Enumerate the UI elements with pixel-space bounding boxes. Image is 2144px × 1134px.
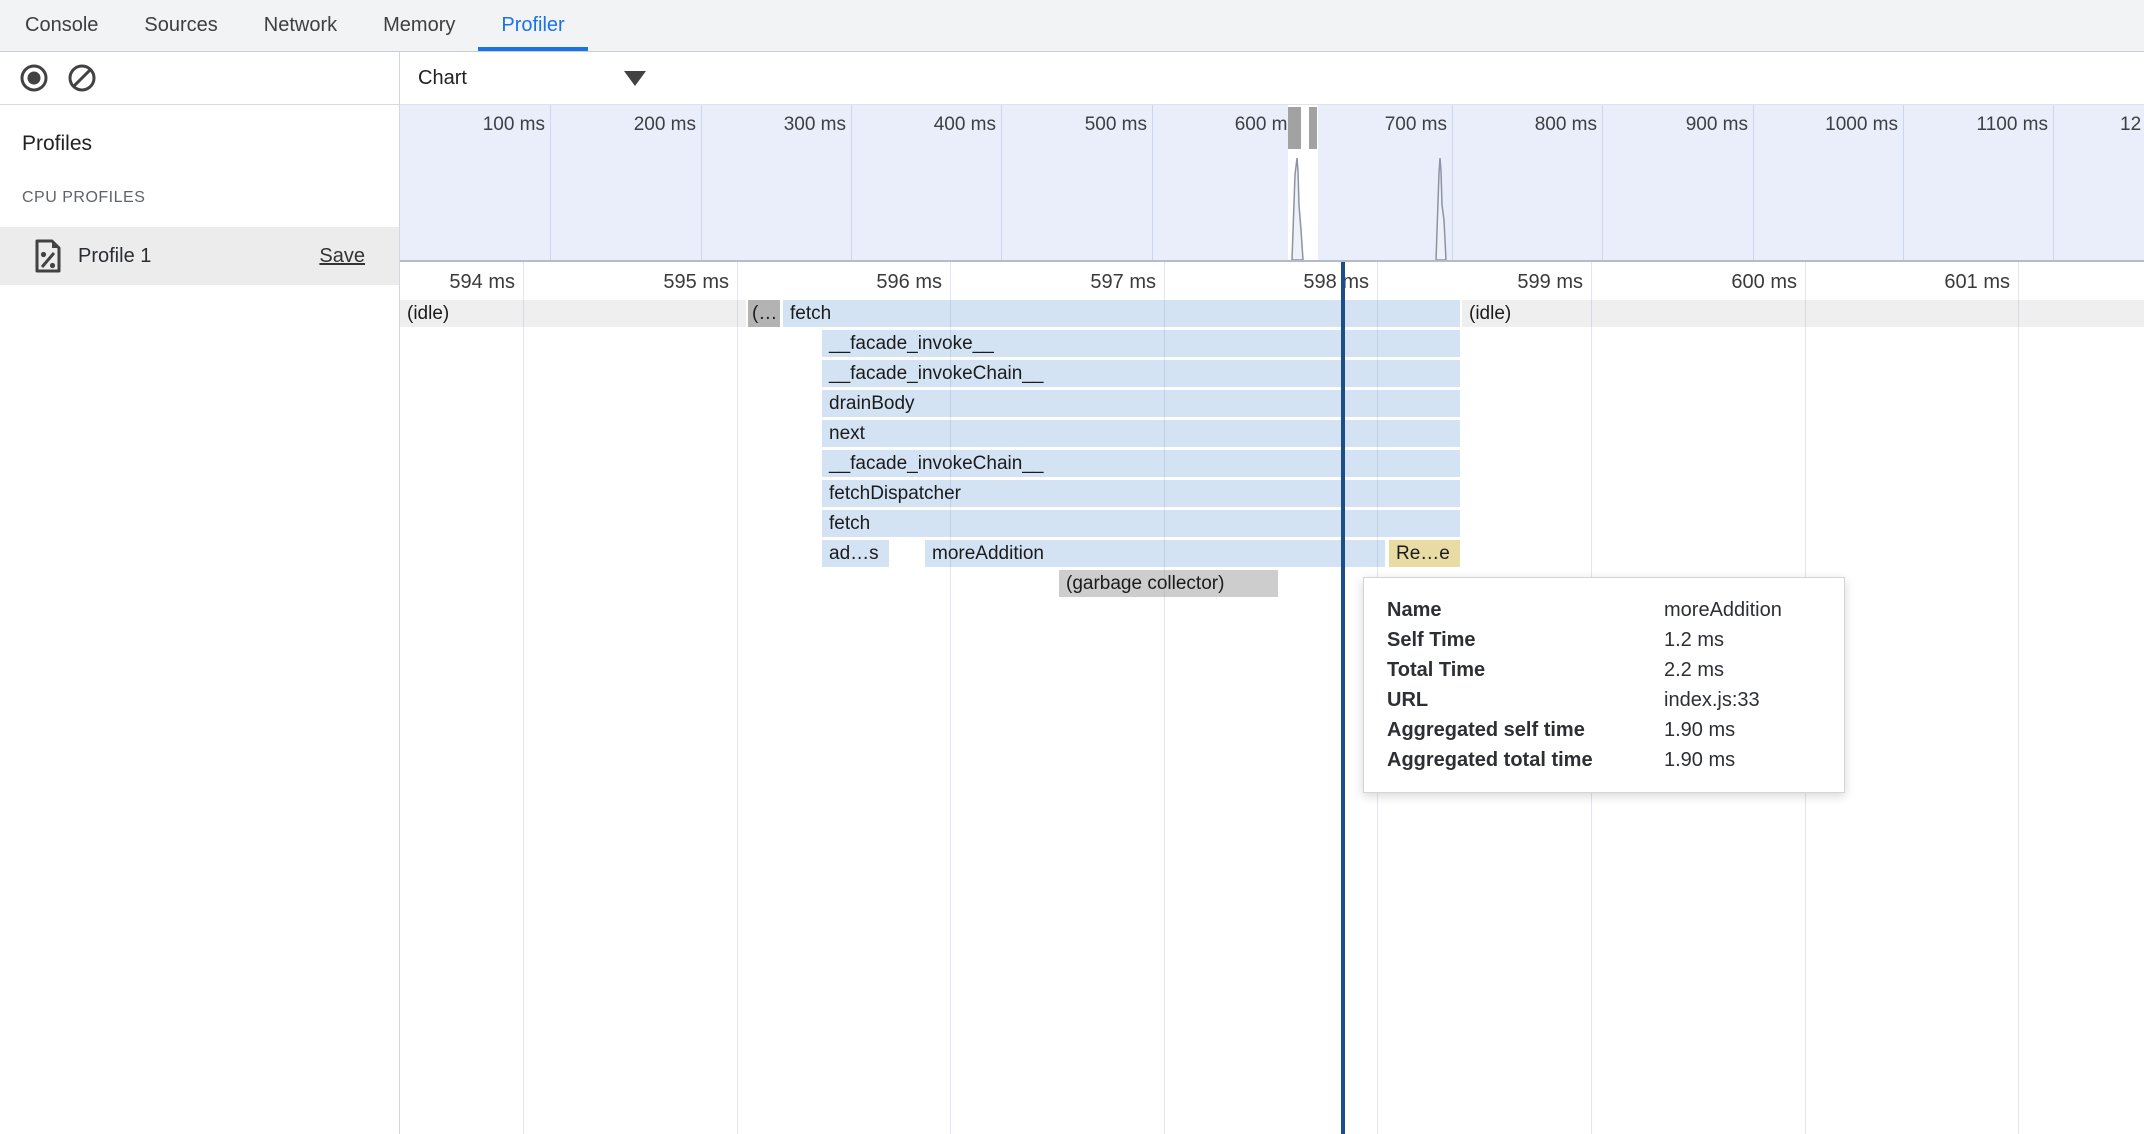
timeline-tick-label: 596 ms: [876, 271, 950, 294]
flame-bar[interactable]: (idle): [1462, 300, 2144, 327]
selection-handle[interactable]: [1309, 107, 1317, 149]
timeline-tick-label: 601 ms: [1944, 271, 2018, 294]
timeline-tick-label: 594 ms: [449, 271, 523, 294]
cpu-activity-spikes: [400, 105, 2144, 260]
view-mode-label: Chart: [418, 67, 467, 90]
tooltip-row: Aggregated total time1.90 ms: [1387, 745, 1834, 775]
timeline-tick-label: 599 ms: [1517, 271, 1591, 294]
tooltip-value: 2.2 ms: [1664, 655, 1834, 685]
flame-chart: 594 ms595 ms596 ms597 ms598 ms599 ms600 …: [400, 262, 2144, 1134]
profile-name: Profile 1: [78, 245, 319, 268]
tab-sources[interactable]: Sources: [121, 0, 240, 51]
tab-network[interactable]: Network: [241, 0, 360, 51]
tooltip-label: URL: [1387, 685, 1664, 715]
tooltip-row: NamemoreAddition: [1387, 595, 1834, 625]
profile-document-icon: [34, 239, 62, 273]
cpu-profiles-section-label: CPU PROFILES: [22, 189, 399, 207]
profiler-toolbar: [0, 52, 399, 105]
timeline-gridline: [2018, 262, 2019, 1134]
timeline-gridline: [1164, 262, 1165, 1134]
tooltip-value: moreAddition: [1664, 595, 1834, 625]
flame-bar[interactable]: fetch: [822, 510, 1460, 537]
clear-button[interactable]: [66, 62, 98, 94]
flame-bar[interactable]: (idle): [400, 300, 746, 327]
timeline-tick-label: 595 ms: [663, 271, 737, 294]
timeline-gridline: [737, 262, 738, 1134]
flame-bar[interactable]: __facade_invokeChain__: [822, 360, 1460, 387]
sidebar: Profiles CPU PROFILES Profile 1 Save: [0, 52, 400, 1134]
tooltip-row: URLindex.js:33: [1387, 685, 1834, 715]
flame-bar[interactable]: __facade_invokeChain__: [822, 450, 1460, 477]
save-profile-link[interactable]: Save: [319, 245, 365, 268]
timeline-tick-label: 597 ms: [1090, 271, 1164, 294]
record-icon: [19, 63, 49, 93]
flame-bar[interactable]: Re…e: [1389, 540, 1460, 567]
chevron-down-icon: [624, 71, 646, 86]
tooltip-value: 1.2 ms: [1664, 625, 1834, 655]
flame-bar[interactable]: moreAddition: [925, 540, 1385, 567]
tooltip-label: Name: [1387, 595, 1664, 625]
tooltip-label: Aggregated total time: [1387, 745, 1664, 775]
tab-profiler[interactable]: Profiler: [478, 0, 587, 51]
timeline-tick-label: 600 ms: [1731, 271, 1805, 294]
tooltip-value: 1.90 ms: [1664, 715, 1834, 745]
tooltip-row: Total Time2.2 ms: [1387, 655, 1834, 685]
selection-handle[interactable]: [1288, 107, 1301, 149]
flame-bar[interactable]: fetchDispatcher: [822, 480, 1460, 507]
record-button[interactable]: [18, 62, 50, 94]
frame-details-tooltip: NamemoreAdditionSelf Time1.2 msTotal Tim…: [1363, 577, 1845, 793]
flame-bar[interactable]: ad…s: [822, 540, 889, 567]
tooltip-label: Self Time: [1387, 625, 1664, 655]
profiler-main-panel: Chart 100 ms200 ms300 ms400 ms500 ms600 …: [400, 52, 2144, 1134]
sidebar-item-profile-1[interactable]: Profile 1 Save: [0, 227, 399, 285]
flame-bar[interactable]: drainBody: [822, 390, 1460, 417]
timeline-gridline: [950, 262, 951, 1134]
view-mode-select[interactable]: Chart: [418, 52, 646, 104]
tooltip-row: Self Time1.2 ms: [1387, 625, 1834, 655]
tab-memory[interactable]: Memory: [360, 0, 478, 51]
flame-bar[interactable]: (…: [748, 300, 780, 327]
tooltip-value: 1.90 ms: [1664, 745, 1834, 775]
profiles-heading: Profiles: [22, 132, 399, 156]
flame-bar[interactable]: (garbage collector): [1059, 570, 1278, 597]
current-time-marker[interactable]: [1341, 262, 1345, 1134]
tab-bar: ConsoleSourcesNetworkMemoryProfiler: [0, 0, 2144, 52]
clear-icon: [67, 63, 97, 93]
chart-toolbar: Chart: [400, 52, 2144, 105]
flame-bar[interactable]: next: [822, 420, 1460, 447]
tooltip-label: Total Time: [1387, 655, 1664, 685]
overview-timeline[interactable]: 100 ms200 ms300 ms400 ms500 ms600 ms700 …: [400, 105, 2144, 262]
tab-console[interactable]: Console: [2, 0, 121, 51]
flame-bar[interactable]: __facade_invoke__: [822, 330, 1460, 357]
flame-bar[interactable]: fetch: [783, 300, 1460, 327]
tooltip-value: index.js:33: [1664, 685, 1834, 715]
tooltip-row: Aggregated self time1.90 ms: [1387, 715, 1834, 745]
tooltip-label: Aggregated self time: [1387, 715, 1664, 745]
timeline-gridline: [523, 262, 524, 1134]
